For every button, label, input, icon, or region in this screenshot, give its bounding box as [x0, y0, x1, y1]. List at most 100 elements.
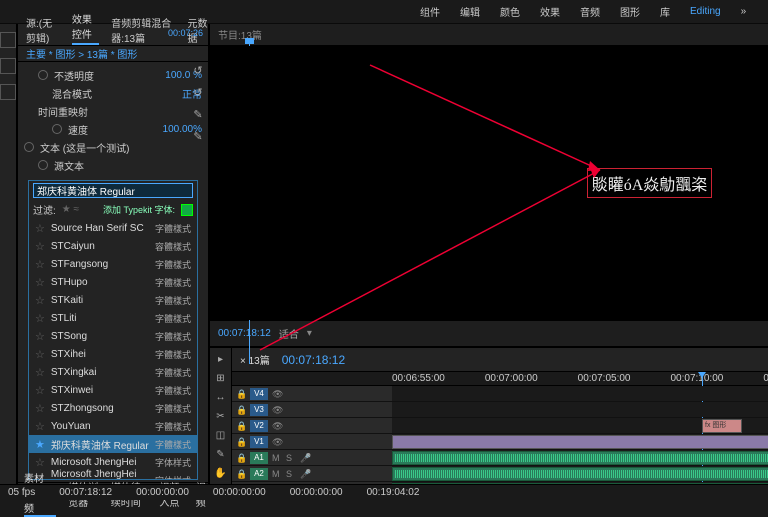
- track-label[interactable]: A1: [250, 452, 268, 464]
- font-list[interactable]: ☆Source Han Serif SC字體樣式☆STCaiyun容體樣式☆ST…: [29, 219, 197, 479]
- stopwatch-icon[interactable]: [38, 70, 48, 80]
- tool-icon[interactable]: [0, 32, 16, 48]
- video-clip[interactable]: [392, 435, 768, 449]
- font-item[interactable]: ☆STCaiyun容體樣式: [29, 237, 197, 255]
- menu-item[interactable]: 音频: [580, 4, 600, 19]
- lock-icon[interactable]: 🔒: [236, 405, 246, 415]
- left-toolbar: [0, 24, 17, 500]
- tab-effect-controls[interactable]: 效果控件: [72, 11, 99, 45]
- reset-icon[interactable]: ↺: [191, 86, 205, 100]
- program-timecode[interactable]: 00:07:18:12: [218, 328, 271, 339]
- font-item[interactable]: ☆STSong字體樣式: [29, 327, 197, 345]
- audio-track[interactable]: 🔒A1MS🎤: [232, 450, 768, 466]
- zoom-fit[interactable]: 适合: [279, 326, 299, 341]
- eyedropper-icon[interactable]: ✎: [191, 108, 205, 122]
- font-item[interactable]: ☆STXingkai字體樣式: [29, 363, 197, 381]
- track-select-tool[interactable]: ⊞: [214, 373, 228, 386]
- track-label[interactable]: V1: [250, 436, 268, 448]
- tool-icon[interactable]: [0, 58, 16, 74]
- stopwatch-icon[interactable]: [38, 160, 48, 170]
- font-item[interactable]: ☆STXinwei字體樣式: [29, 381, 197, 399]
- favorite-star-icon[interactable]: ★: [35, 438, 45, 451]
- track-label[interactable]: V4: [250, 388, 268, 400]
- lock-icon[interactable]: 🔒: [236, 421, 246, 431]
- slip-tool[interactable]: ◫: [214, 430, 228, 443]
- program-monitor[interactable]: 賧矔óA焱鳨飁栥: [210, 46, 768, 320]
- font-sample: 字體樣式: [155, 258, 191, 271]
- font-item[interactable]: ☆STHupo字體樣式: [29, 273, 197, 291]
- track-label[interactable]: V2: [250, 420, 268, 432]
- razor-tool[interactable]: ✂: [214, 411, 228, 424]
- audio-clip[interactable]: [392, 451, 768, 465]
- eyedropper-icon[interactable]: ✎: [191, 130, 205, 144]
- mic-icon[interactable]: 🎤: [300, 469, 310, 479]
- favorite-star-icon[interactable]: ☆: [35, 420, 45, 433]
- text-bounding-box[interactable]: 賧矔óA焱鳨飁栥: [587, 168, 713, 198]
- favorite-star-icon[interactable]: ☆: [35, 222, 45, 235]
- fx-toggle-icon[interactable]: [24, 142, 34, 152]
- favorite-star-icon[interactable]: ☆: [35, 258, 45, 271]
- ripple-tool[interactable]: ↔: [214, 392, 228, 405]
- font-sample: 字體樣式: [155, 294, 191, 307]
- stopwatch-icon[interactable]: [52, 124, 62, 134]
- menu-item[interactable]: 图形: [620, 4, 640, 19]
- workspace-editing[interactable]: Editing: [690, 6, 721, 17]
- lock-icon[interactable]: 🔒: [236, 469, 246, 479]
- menu-item[interactable]: 组件: [420, 4, 440, 19]
- menu-more[interactable]: »: [741, 6, 747, 17]
- reset-icon[interactable]: ↺: [191, 64, 205, 78]
- menu-item[interactable]: 颜色: [500, 4, 520, 19]
- favorite-star-icon[interactable]: ☆: [35, 240, 45, 253]
- favorite-star-icon[interactable]: ☆: [35, 312, 45, 325]
- favorite-star-icon[interactable]: ☆: [35, 402, 45, 415]
- video-track[interactable]: 🔒 V3 👁: [232, 402, 768, 418]
- favorite-star-icon[interactable]: ☆: [35, 366, 45, 379]
- lock-icon[interactable]: 🔒: [236, 453, 246, 463]
- track-label[interactable]: V3: [250, 404, 268, 416]
- hand-tool[interactable]: ✋: [214, 468, 228, 481]
- selection-tool[interactable]: ▸: [214, 354, 228, 367]
- eye-icon[interactable]: 👁: [272, 421, 282, 431]
- font-item[interactable]: ☆Source Han Serif SC字體樣式: [29, 219, 197, 237]
- font-item[interactable]: ☆STLiti字體樣式: [29, 309, 197, 327]
- font-name: Microsoft JhengHei: [51, 457, 149, 468]
- favorite-star-icon[interactable]: ☆: [35, 294, 45, 307]
- tab-audio-mixer[interactable]: 音频剪辑混合器:13篇: [111, 15, 175, 45]
- graphics-clip[interactable]: fx 图形: [702, 419, 742, 433]
- favorite-star-icon[interactable]: ☆: [35, 348, 45, 361]
- track-label[interactable]: A2: [250, 468, 268, 480]
- font-item[interactable]: ☆STKaiti字體樣式: [29, 291, 197, 309]
- font-item[interactable]: ☆STZhongsong字體樣式: [29, 399, 197, 417]
- font-name-input[interactable]: [33, 183, 193, 198]
- tool-icon[interactable]: [0, 84, 16, 100]
- menu-item[interactable]: 效果: [540, 4, 560, 19]
- eye-icon[interactable]: 👁: [272, 405, 282, 415]
- font-item[interactable]: ☆STXihei字體樣式: [29, 345, 197, 363]
- lock-icon[interactable]: 🔒: [236, 389, 246, 399]
- mic-icon[interactable]: 🎤: [300, 453, 310, 463]
- time-ruler[interactable]: 00:06:55:0000:07:00:0000:07:05:0000:07:1…: [232, 372, 768, 386]
- typekit-icon[interactable]: [181, 204, 193, 216]
- favorite-star-icon[interactable]: ☆: [35, 330, 45, 343]
- sequence-tab[interactable]: × 13篇: [240, 352, 270, 367]
- tab-source[interactable]: 源:(无剪辑): [26, 15, 60, 45]
- audio-track[interactable]: 🔒A2MS🎤: [232, 466, 768, 482]
- program-panel-tab[interactable]: 节目:13篇: [210, 24, 768, 46]
- eye-icon[interactable]: 👁: [272, 437, 282, 447]
- pen-tool[interactable]: ✎: [214, 449, 228, 462]
- menu-item[interactable]: 库: [660, 4, 670, 19]
- font-item[interactable]: ☆YouYuan字體樣式: [29, 417, 197, 435]
- font-item[interactable]: ☆STFangsong字體樣式: [29, 255, 197, 273]
- font-item[interactable]: ★郑庆科黄油体 Regular字體樣式: [29, 435, 197, 453]
- eye-icon[interactable]: 👁: [272, 389, 282, 399]
- timeline-timecode[interactable]: 00:07:18:12: [282, 353, 345, 367]
- lock-icon[interactable]: 🔒: [236, 437, 246, 447]
- menu-item[interactable]: 编辑: [460, 4, 480, 19]
- favorite-star-icon[interactable]: ☆: [35, 276, 45, 289]
- favorite-star-icon[interactable]: ☆: [35, 456, 45, 469]
- video-track[interactable]: 🔒 V4 👁: [232, 386, 768, 402]
- audio-clip[interactable]: [392, 467, 768, 481]
- video-track[interactable]: 🔒 V1 👁: [232, 434, 768, 450]
- video-track[interactable]: 🔒 V2 👁 fx 图形: [232, 418, 768, 434]
- favorite-star-icon[interactable]: ☆: [35, 384, 45, 397]
